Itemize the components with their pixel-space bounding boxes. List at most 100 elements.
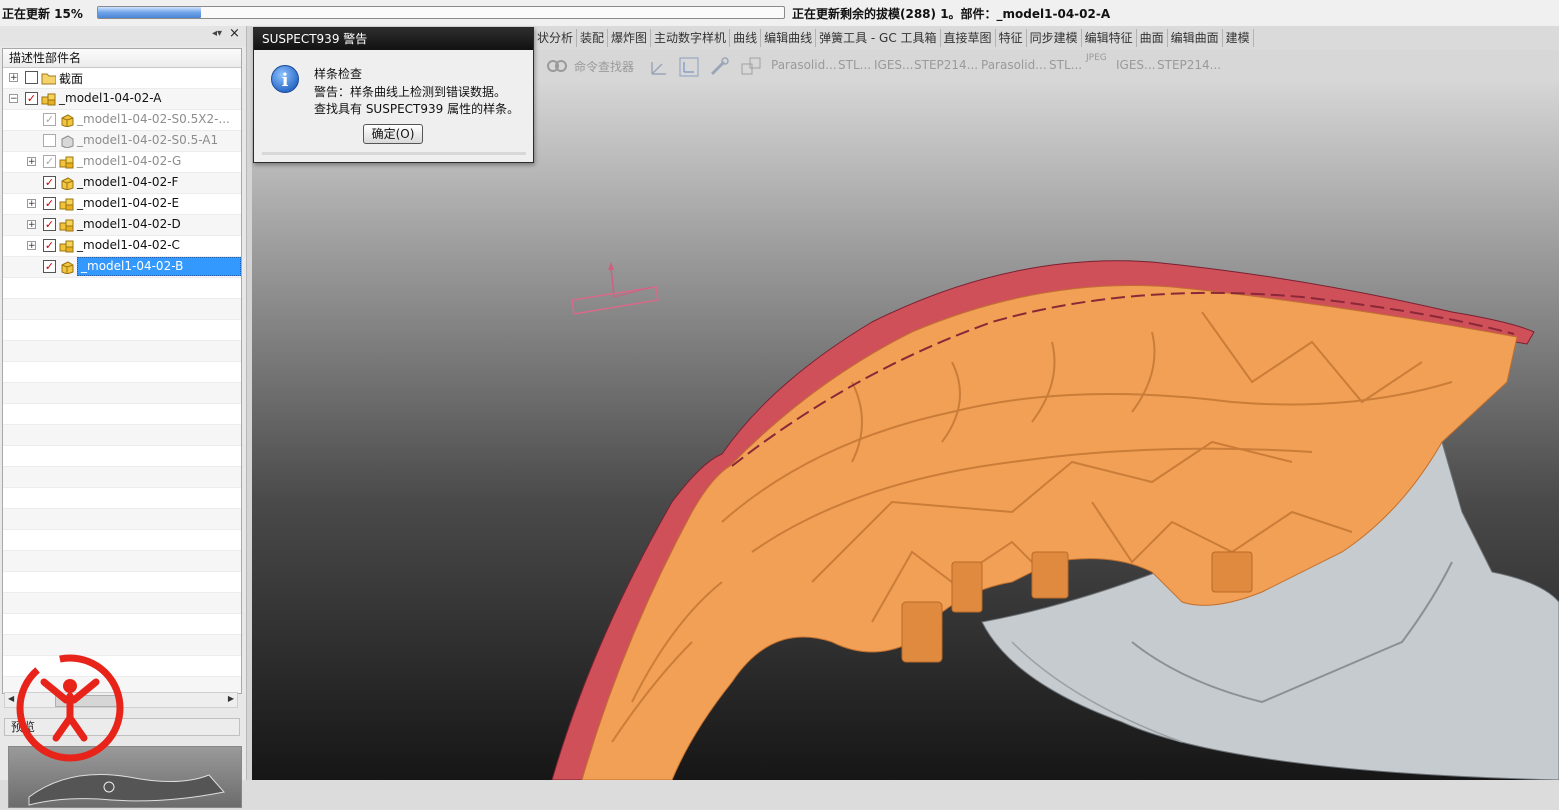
- tree-row[interactable]: − ✓ _model1-04-02-A: [3, 89, 241, 110]
- dialog-message-line2: 查找具有 SUSPECT939 属性的样条。: [314, 102, 520, 116]
- empty-tree-row: [3, 551, 241, 572]
- ribbon-tab[interactable]: 曲线: [730, 29, 762, 47]
- suspect939-warning-dialog: SUSPECT939 警告 i 样条检查 警告：样条曲线上检测到错误数据。 查找…: [253, 27, 534, 163]
- pin-icon[interactable]: ◂▾: [212, 28, 224, 42]
- component-icon: [61, 177, 74, 190]
- visibility-checkbox[interactable]: [43, 134, 56, 147]
- column-header-part-name[interactable]: 描述性部件名: [3, 49, 241, 68]
- assembly-icon: [59, 198, 74, 211]
- tree-item-label: 截面: [59, 72, 84, 86]
- ribbon-tab[interactable]: 装配: [577, 29, 609, 47]
- ribbon-tab[interactable]: 主动数字样机: [651, 29, 731, 47]
- visibility-checkbox[interactable]: ✓: [43, 197, 56, 210]
- tree-row[interactable]: ✓ _model1-04-02-B: [3, 257, 241, 278]
- csys-icon[interactable]: [648, 56, 668, 76]
- empty-tree-row: [3, 299, 241, 320]
- assembly-icon: [59, 219, 74, 232]
- visibility-checkbox[interactable]: ✓: [43, 218, 56, 231]
- empty-tree-row: [3, 572, 241, 593]
- component-gray-icon: [61, 135, 74, 148]
- empty-tree-row: [3, 488, 241, 509]
- empty-tree-row: [3, 614, 241, 635]
- ribbon-tab[interactable]: 编辑曲线: [761, 29, 817, 47]
- ribbon-tab[interactable]: 弹簧工具 - GC 工具箱: [816, 29, 941, 47]
- collapse-icon[interactable]: −: [9, 94, 18, 104]
- empty-tree-row: [3, 362, 241, 383]
- tree-row[interactable]: ✓ _model1-04-02-F: [3, 173, 241, 194]
- folder-icon: [41, 73, 56, 85]
- expand-icon[interactable]: +: [9, 73, 18, 83]
- ok-button[interactable]: 确定(O): [363, 124, 423, 144]
- tree-row[interactable]: ✓ _model1-04-02-S0.5X2-...: [3, 110, 241, 131]
- expand-icon[interactable]: +: [27, 157, 36, 167]
- tree-row[interactable]: + ✓ _model1-04-02-G: [3, 152, 241, 173]
- update-status-label: 正在更新 15%: [2, 7, 83, 21]
- update-progress-fill: [98, 7, 201, 18]
- tree-item-label: _model1-04-02-B: [77, 257, 241, 276]
- export-step214-button[interactable]: STEP214...: [914, 58, 978, 72]
- ribbon-tab[interactable]: 同步建模: [1027, 29, 1082, 47]
- dialog-title[interactable]: SUSPECT939 警告: [254, 28, 533, 50]
- export-parasolid-button-2[interactable]: Parasolid...: [981, 58, 1047, 72]
- tree-item-label: _model1-04-02-D: [77, 217, 181, 231]
- export-iges-button[interactable]: IGES...: [874, 58, 913, 72]
- expand-icon[interactable]: +: [27, 241, 36, 251]
- status-bar: 正在更新 15% 正在更新剩余的拔模(288) 1。部件：_model1-04-…: [0, 0, 1559, 27]
- command-finder-button[interactable]: 命令查找器: [574, 58, 634, 75]
- component-icon: [61, 114, 74, 127]
- panel-titlebar: ◂▾ ×: [0, 26, 246, 46]
- graphics-window[interactable]: [252, 82, 1559, 780]
- empty-tree-row: [3, 404, 241, 425]
- tree-row[interactable]: + ✓ _model1-04-02-D: [3, 215, 241, 236]
- command-finder-icon[interactable]: [546, 56, 567, 76]
- ribbon-tab[interactable]: 直接草图: [941, 29, 996, 47]
- ribbon-tab[interactable]: 状分析: [534, 29, 578, 47]
- empty-tree-row: [3, 593, 241, 614]
- ribbon-tab[interactable]: 编辑曲面: [1168, 29, 1223, 47]
- tree-row[interactable]: + ✓ _model1-04-02-E: [3, 194, 241, 215]
- dialog-heading: 样条检查: [314, 67, 363, 81]
- assembly-icon: [41, 93, 56, 106]
- copy-window-icon[interactable]: [740, 56, 761, 76]
- tree-row[interactable]: + 截面: [3, 68, 241, 89]
- export-iges-button-2[interactable]: IGES...: [1116, 58, 1155, 72]
- wrench-icon[interactable]: [708, 56, 729, 76]
- scroll-right-icon[interactable]: ▶: [228, 694, 234, 703]
- visibility-checkbox[interactable]: ✓: [43, 155, 56, 168]
- ribbon-tab[interactable]: 曲面: [1137, 29, 1168, 47]
- empty-tree-row: [3, 320, 241, 341]
- visibility-checkbox[interactable]: ✓: [43, 239, 56, 252]
- component-icon: [61, 261, 74, 274]
- export-stl-button-2[interactable]: STL...: [1049, 58, 1082, 72]
- export-step214-button-2[interactable]: STEP214...: [1157, 58, 1221, 72]
- expand-icon[interactable]: +: [27, 220, 36, 230]
- visibility-checkbox[interactable]: ✓: [43, 176, 56, 189]
- dialog-message-line1: 警告：样条曲线上检测到错误数据。: [314, 85, 507, 99]
- tree-item-label: _model1-04-02-C: [77, 238, 180, 252]
- visibility-checkbox[interactable]: ✓: [43, 113, 56, 126]
- ribbon-tab[interactable]: 建模: [1223, 29, 1254, 47]
- tree-item-label: _model1-04-02-G: [77, 154, 182, 168]
- export-jpeg-label[interactable]: JPEG: [1086, 53, 1107, 63]
- visibility-checkbox[interactable]: ✓: [25, 92, 38, 105]
- datum-csys-icon[interactable]: [678, 56, 699, 77]
- visibility-checkbox[interactable]: ✓: [43, 260, 56, 273]
- svg-text:i: i: [282, 70, 289, 91]
- ribbon-tab[interactable]: 编辑特征: [1082, 29, 1137, 47]
- close-icon[interactable]: ×: [229, 26, 241, 42]
- empty-tree-row: [3, 383, 241, 404]
- tree-row[interactable]: + ✓ _model1-04-02-C: [3, 236, 241, 257]
- tree-row[interactable]: _model1-04-02-S0.5-A1: [3, 131, 241, 152]
- export-parasolid-button[interactable]: Parasolid...: [771, 58, 837, 72]
- empty-tree-row: [3, 341, 241, 362]
- empty-tree-row: [3, 467, 241, 488]
- expand-icon[interactable]: +: [27, 199, 36, 209]
- assembly-icon: [59, 240, 74, 253]
- ribbon-tab[interactable]: 特征: [996, 29, 1027, 47]
- tree-item-label: _model1-04-02-S0.5X2-...: [77, 112, 230, 126]
- ribbon-tab[interactable]: 爆炸图: [608, 29, 652, 47]
- visibility-checkbox[interactable]: [25, 71, 38, 84]
- empty-tree-row: [3, 278, 241, 299]
- ugsnx-watermark-logo: [16, 654, 124, 762]
- export-stl-button[interactable]: STL...: [838, 58, 871, 72]
